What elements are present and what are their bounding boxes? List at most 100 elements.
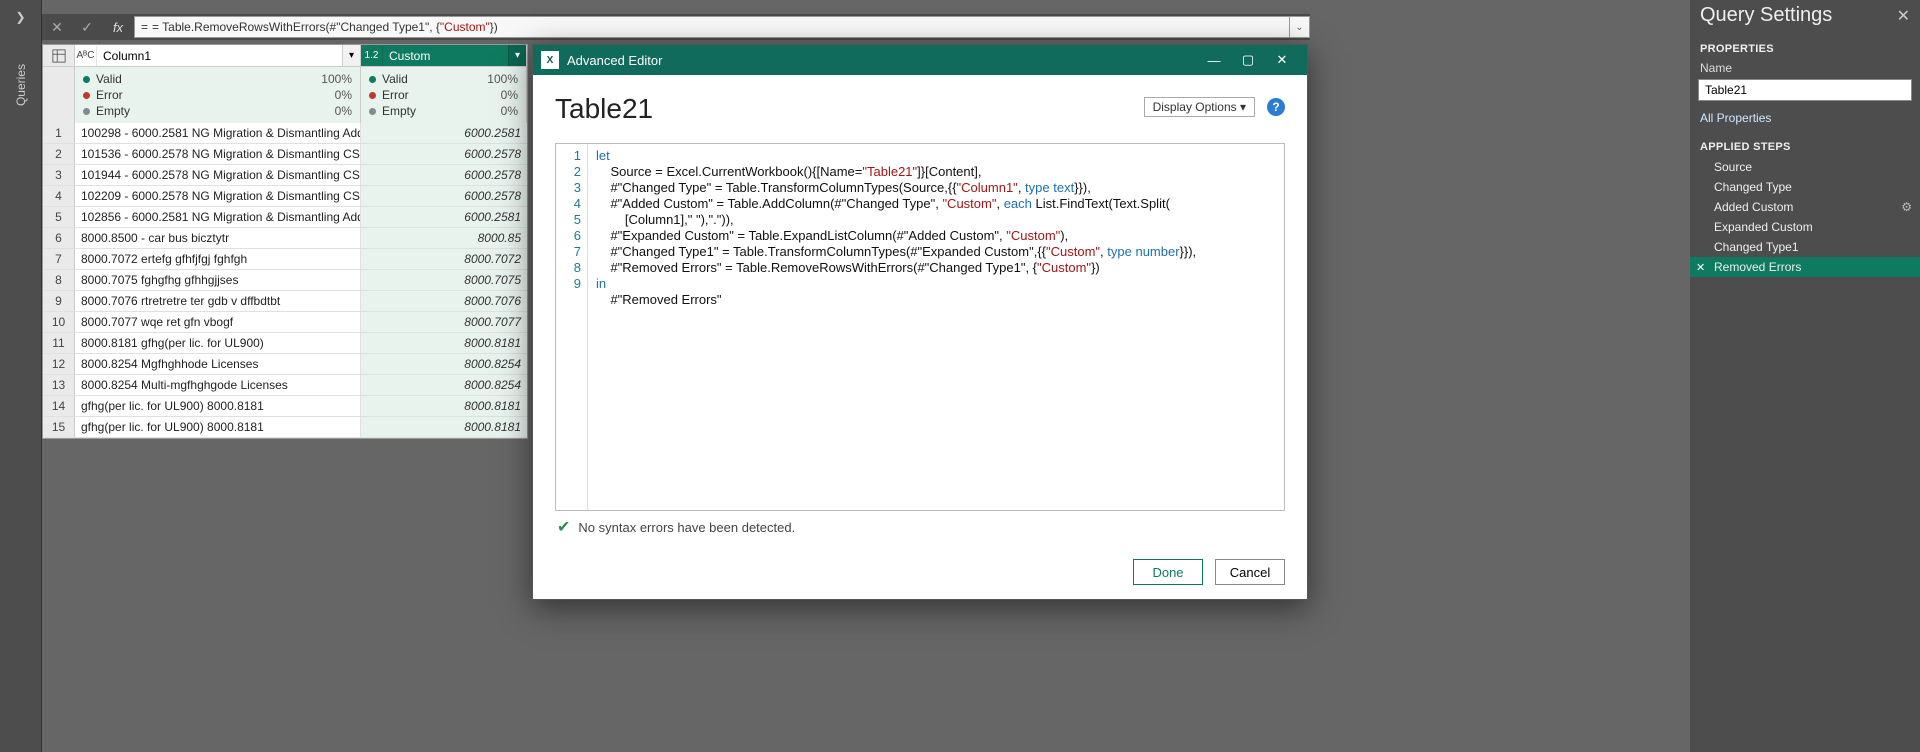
cell-column1[interactable]: 8000.7075 fghgfhg gfhhgjjses	[75, 270, 361, 290]
cell-column1[interactable]: 8000.7077 wqe ret gfn vbogf	[75, 312, 361, 332]
code-editor[interactable]: 123456789 let Source = Excel.CurrentWork…	[555, 143, 1285, 511]
help-icon[interactable]: ?	[1267, 98, 1285, 116]
cell-column1[interactable]: gfhg(per lic. for UL900) 8000.8181	[75, 417, 361, 437]
cell-column1[interactable]: 8000.8181 gfhg(per lic. for UL900)	[75, 333, 361, 353]
cell-column1[interactable]: 100298 - 6000.2581 NG Migration & Disman…	[75, 123, 361, 143]
applied-step[interactable]: Expanded Custom	[1690, 217, 1920, 237]
table-row[interactable]: 2101536 - 6000.2578 NG Migration & Disma…	[43, 144, 527, 165]
cell-column1[interactable]: 8000.7076 rtretretre ter gdb v dffbdtbt	[75, 291, 361, 311]
cell-custom[interactable]: 8000.7076	[361, 291, 527, 311]
cell-column1[interactable]: 8000.8254 Mgfhghhode Licenses	[75, 354, 361, 374]
cell-column1[interactable]: 8000.8254 Multi-mgfhghgode Licenses	[75, 375, 361, 395]
row-header[interactable]: 7	[43, 249, 75, 269]
cell-custom[interactable]: 8000.7075	[361, 270, 527, 290]
cell-custom[interactable]: 8000.85	[361, 228, 527, 248]
cell-custom[interactable]: 6000.2581	[361, 123, 527, 143]
cell-custom[interactable]: 8000.7072	[361, 249, 527, 269]
applied-step[interactable]: ✕Removed Errors	[1690, 257, 1920, 277]
table-row[interactable]: 4102209 - 6000.2578 NG Migration & Disma…	[43, 186, 527, 207]
row-header[interactable]: 3	[43, 165, 75, 185]
cell-custom[interactable]: 6000.2578	[361, 144, 527, 164]
type-badge-text[interactable]: AᴮC	[75, 46, 97, 66]
expand-queries-icon[interactable]: ❯	[0, 0, 41, 34]
row-header[interactable]: 6	[43, 228, 75, 248]
table-row[interactable]: 128000.8254 Mgfhghhode Licenses8000.8254	[43, 354, 527, 375]
applied-step[interactable]: Changed Type	[1690, 177, 1920, 197]
maximize-icon[interactable]: ▢	[1231, 52, 1265, 68]
row-header[interactable]: 8	[43, 270, 75, 290]
row-header[interactable]: 4	[43, 186, 75, 206]
gear-icon[interactable]: ⚙	[1901, 200, 1912, 214]
applied-step[interactable]: Source	[1690, 157, 1920, 177]
cell-custom[interactable]: 8000.7077	[361, 312, 527, 332]
cell-custom[interactable]: 6000.2578	[361, 186, 527, 206]
row-header[interactable]: 2	[43, 144, 75, 164]
formula-cancel-icon[interactable]: ✕	[42, 14, 72, 40]
minimize-icon[interactable]: —	[1197, 53, 1231, 68]
delete-step-icon[interactable]: ✕	[1696, 261, 1705, 274]
table-row[interactable]: 15gfhg(per lic. for UL900) 8000.81818000…	[43, 417, 527, 438]
cell-column1[interactable]: 102856 - 6000.2581 NG Migration & Disman…	[75, 207, 361, 227]
table-row[interactable]: 1100298 - 6000.2581 NG Migration & Disma…	[43, 123, 527, 144]
advanced-editor-titlebar[interactable]: X Advanced Editor — ▢ ✕	[533, 45, 1307, 75]
row-header[interactable]: 5	[43, 207, 75, 227]
table-icon[interactable]	[43, 45, 75, 66]
check-icon: ✔	[557, 517, 570, 537]
column-header-custom[interactable]: 1.2 Custom ▾	[361, 45, 527, 66]
table-row[interactable]: 108000.7077 wqe ret gfn vbogf8000.7077	[43, 312, 527, 333]
cell-custom[interactable]: 8000.8181	[361, 417, 527, 437]
queries-label: Queries	[14, 64, 28, 106]
table-row[interactable]: 3101944 - 6000.2578 NG Migration & Disma…	[43, 165, 527, 186]
done-button[interactable]: Done	[1133, 559, 1203, 585]
all-properties-link[interactable]: All Properties	[1690, 107, 1920, 135]
cell-column1[interactable]: 101536 - 6000.2578 NG Migration & Disman…	[75, 144, 361, 164]
cell-column1[interactable]: 102209 - 6000.2578 NG Migration & Disman…	[75, 186, 361, 206]
cell-custom[interactable]: 8000.8254	[361, 354, 527, 374]
cell-column1[interactable]: 8000.7072 ertefg gfhfjfgj fghfgh	[75, 249, 361, 269]
cell-column1[interactable]: 101944 - 6000.2578 NG Migration & Disman…	[75, 165, 361, 185]
table-row[interactable]: 78000.7072 ertefg gfhfjfgj fghfgh8000.70…	[43, 249, 527, 270]
column1-filter-icon[interactable]: ▾	[342, 45, 360, 66]
table-row[interactable]: 118000.8181 gfhg(per lic. for UL900)8000…	[43, 333, 527, 354]
row-header[interactable]: 12	[43, 354, 75, 374]
column-header-column1[interactable]: AᴮC Column1 ▾	[75, 45, 361, 66]
display-options-dropdown[interactable]: Display Options ▾	[1144, 97, 1255, 117]
code-text[interactable]: let Source = Excel.CurrentWorkbook(){[Na…	[588, 144, 1284, 510]
cell-column1[interactable]: gfhg(per lic. for UL900) 8000.8181	[75, 396, 361, 416]
table-row[interactable]: 88000.7075 fghgfhg gfhhgjjses8000.7075	[43, 270, 527, 291]
row-header[interactable]: 1	[43, 123, 75, 143]
name-label: Name	[1690, 59, 1920, 77]
fx-icon[interactable]: fx	[102, 20, 134, 35]
query-name-input[interactable]	[1698, 79, 1912, 101]
row-header[interactable]: 13	[43, 375, 75, 395]
cell-custom[interactable]: 8000.8181	[361, 333, 527, 353]
cell-custom[interactable]: 8000.8181	[361, 396, 527, 416]
table-row[interactable]: 5102856 - 6000.2581 NG Migration & Disma…	[43, 207, 527, 228]
table-row[interactable]: 98000.7076 rtretretre ter gdb v dffbdtbt…	[43, 291, 527, 312]
table-row[interactable]: 68000.8500 - car bus bicztytr8000.85	[43, 228, 527, 249]
table-row[interactable]: 14gfhg(per lic. for UL900) 8000.81818000…	[43, 396, 527, 417]
row-header[interactable]: 15	[43, 417, 75, 437]
error-dot-icon	[83, 92, 90, 99]
close-icon[interactable]: ✕	[1897, 6, 1910, 26]
formula-input[interactable]: = = Table.RemoveRowsWithErrors(#"Changed…	[134, 16, 1290, 38]
queries-sidebar-collapsed[interactable]: ❯ Queries	[0, 0, 42, 752]
cancel-button[interactable]: Cancel	[1215, 559, 1285, 585]
type-badge-number[interactable]: 1.2	[361, 46, 383, 66]
applied-step[interactable]: Changed Type1	[1690, 237, 1920, 257]
formula-accept-icon[interactable]: ✓	[72, 14, 102, 40]
cell-column1[interactable]: 8000.8500 - car bus bicztytr	[75, 228, 361, 248]
formula-expand-icon[interactable]: ⌄	[1290, 16, 1310, 38]
cell-custom[interactable]: 6000.2578	[361, 165, 527, 185]
cell-custom[interactable]: 6000.2581	[361, 207, 527, 227]
row-header[interactable]: 11	[43, 333, 75, 353]
row-header[interactable]: 14	[43, 396, 75, 416]
row-header[interactable]: 9	[43, 291, 75, 311]
excel-icon: X	[541, 51, 559, 69]
table-row[interactable]: 138000.8254 Multi-mgfhghgode Licenses800…	[43, 375, 527, 396]
applied-step[interactable]: Added Custom⚙	[1690, 197, 1920, 217]
row-header[interactable]: 10	[43, 312, 75, 332]
window-close-icon[interactable]: ✕	[1265, 52, 1299, 68]
cell-custom[interactable]: 8000.8254	[361, 375, 527, 395]
custom-filter-icon[interactable]: ▾	[508, 45, 526, 66]
